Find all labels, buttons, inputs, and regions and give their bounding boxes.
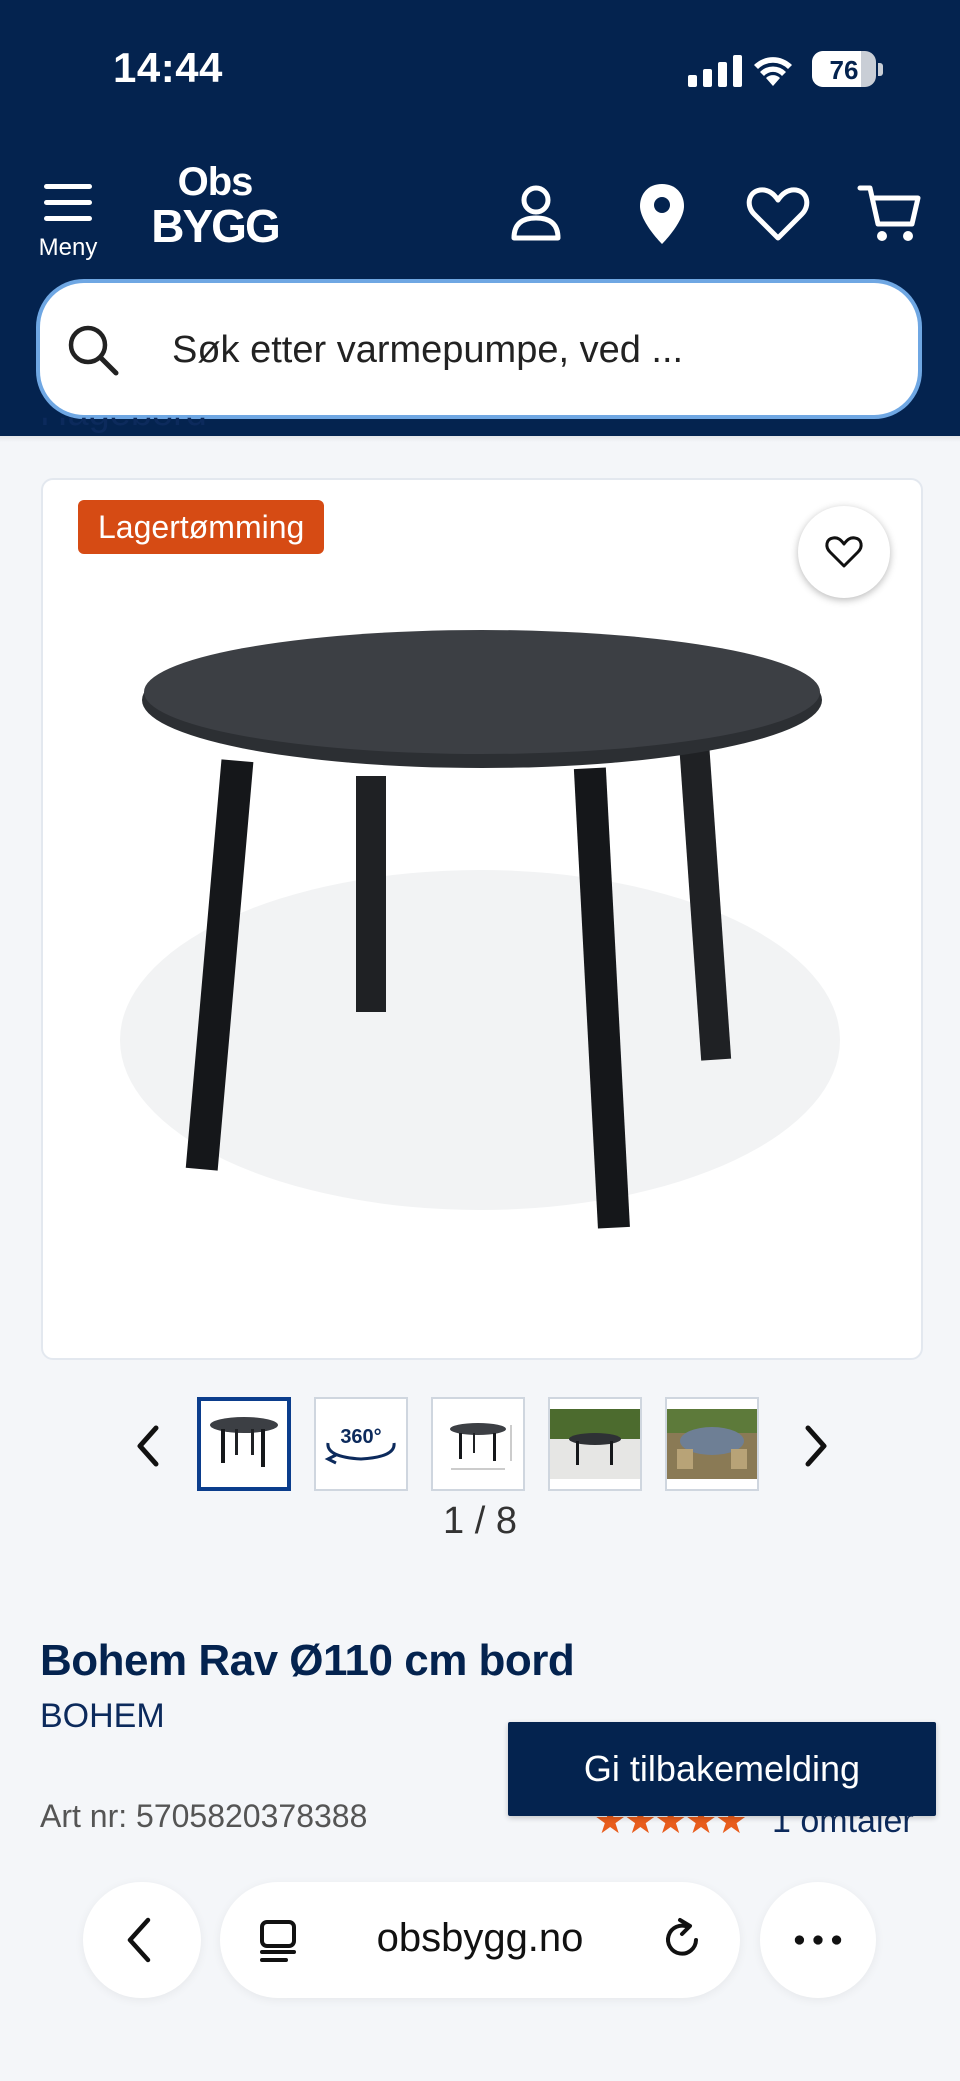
thumbnail-dimensions[interactable] <box>431 1397 525 1491</box>
search-input[interactable] <box>170 319 874 381</box>
product-image-table[interactable] <box>100 600 860 1250</box>
cellular-signal-icon <box>688 53 742 87</box>
battery-icon: 76 <box>812 51 876 87</box>
svg-text:360°: 360° <box>340 1426 381 1448</box>
cart-icon[interactable] <box>856 180 924 248</box>
obs-bygg-logo[interactable]: Obs BYGG <box>150 162 280 258</box>
rotate-360-icon: 360° <box>324 1426 396 1465</box>
more-dots-icon <box>794 1935 842 1945</box>
product-title: Bohem Rav Ø110 cm bord <box>40 1636 575 1685</box>
thumbnail-outdoor-photo[interactable] <box>548 1397 642 1491</box>
patio-photo-icon <box>667 1409 757 1479</box>
search-icon <box>68 325 119 376</box>
clearance-badge: Lagertømming <box>78 500 325 554</box>
heart-icon <box>825 536 863 568</box>
table-thumbnail-icon <box>210 1417 278 1467</box>
browser-more-button[interactable] <box>760 1882 876 1998</box>
battery-cap <box>878 63 883 76</box>
user-icon[interactable] <box>502 180 570 248</box>
browser-back-button[interactable] <box>83 1882 201 1998</box>
battery-percent: 76 <box>829 55 859 85</box>
feedback-button[interactable]: Gi tilbakemelding <box>508 1722 936 1816</box>
thumbnail-1[interactable] <box>197 1397 291 1491</box>
browser-address-bar[interactable]: obsbygg.no <box>220 1882 740 1998</box>
dimension-drawing-icon <box>450 1423 512 1470</box>
outdoor-photo-icon <box>550 1409 640 1479</box>
article-number: Art nr: 5705820378388 <box>40 1798 368 1834</box>
wifi-icon <box>754 57 792 86</box>
chevron-right-icon[interactable] <box>786 1418 842 1474</box>
search-bar[interactable] <box>40 283 918 415</box>
product-brand[interactable]: BOHEM <box>40 1697 165 1736</box>
thumbnail-360[interactable]: 360° <box>314 1397 408 1491</box>
favorite-button[interactable] <box>798 506 890 598</box>
status-time: 14:44 <box>113 44 223 91</box>
menu-label: Meny <box>38 234 98 261</box>
reload-icon[interactable] <box>658 1916 706 1964</box>
header-shadow <box>0 436 960 442</box>
thumbnail-patio-photo[interactable] <box>665 1397 759 1491</box>
chevron-left-icon <box>127 1917 151 1963</box>
chevron-left-icon[interactable] <box>122 1418 178 1474</box>
gallery-counter: 1 / 8 <box>443 1500 517 1542</box>
menu-button[interactable]: Meny <box>30 180 106 264</box>
location-pin-icon[interactable] <box>628 180 696 248</box>
hamburger-icon <box>44 184 92 189</box>
heart-icon[interactable] <box>744 180 812 248</box>
